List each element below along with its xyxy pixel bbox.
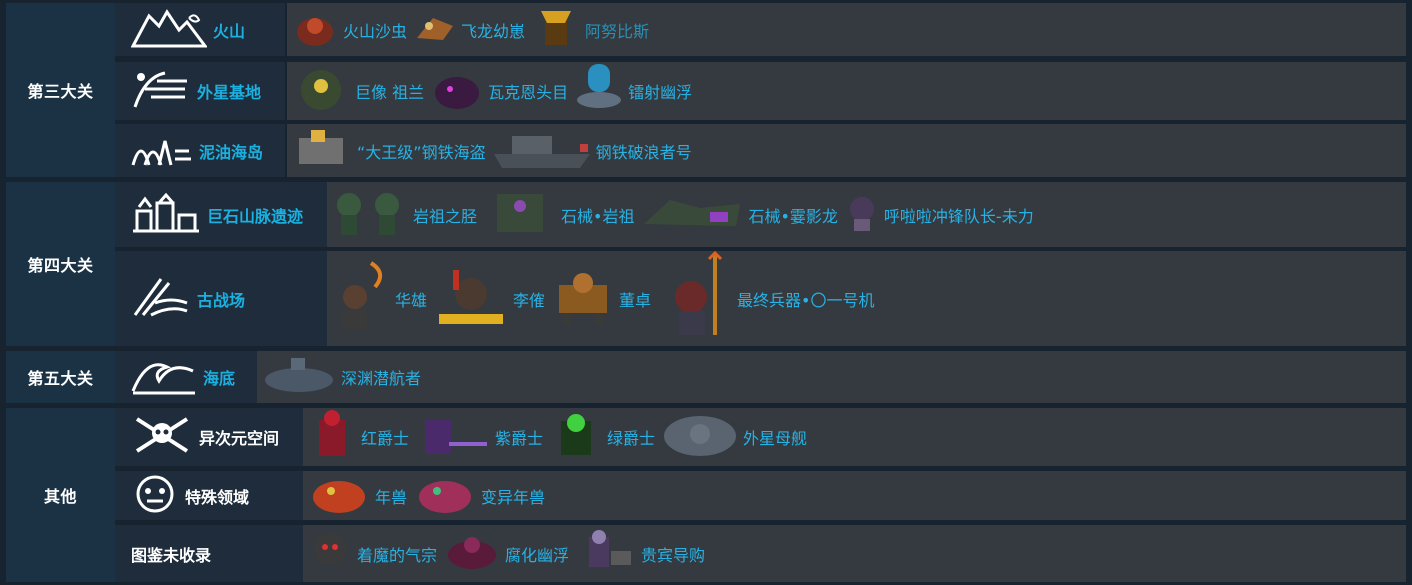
boss-entry[interactable]: 阿努比斯 (531, 3, 649, 57)
stone-ancestor-sprite-icon (483, 184, 557, 246)
sandworm-sprite-icon (291, 6, 339, 54)
boss-entry[interactable]: 火山沙虫 (291, 6, 407, 54)
chapter-section-4: 第四大关 巨石山脉遗迹 岩祖之胫 石械•岩祖 石械•霎影龙 呼啦啦冲锋队长-未力… (0, 182, 1412, 346)
stage-name: 外星基地 (197, 83, 262, 102)
chapter-label: 其他 (6, 408, 115, 582)
boss-list: 巨像 祖兰 瓦克恩头目 镭射幽浮 (287, 62, 1406, 120)
boss-list: 火山沙虫 飞龙幼崽 阿努比斯 (287, 3, 1406, 56)
boss-entry[interactable]: 年兽 (307, 471, 407, 521)
dong-zhuo-sprite-icon (551, 265, 615, 333)
stage-other-dimension[interactable]: 异次元空间 (115, 408, 303, 466)
boss-entry[interactable]: 最终兵器•〇一号机 (657, 250, 875, 347)
iron-pirate-sprite-icon (291, 124, 353, 178)
colossus-zulan-sprite-icon (291, 62, 351, 120)
ultimate-weapon-01-sprite-icon (657, 250, 733, 347)
boss-list: 华雄 李傕 董卓 最终兵器•〇一号机 (327, 250, 1406, 347)
boss-entry[interactable]: 着魔的气宗 (307, 527, 437, 581)
boss-entry[interactable]: 外星母舰 (661, 410, 807, 464)
boss-list: “大王级”钢铁海盗 钢铁破浪者号 (287, 124, 1406, 177)
stage-name: 古战场 (197, 290, 246, 310)
li-jue-sprite-icon (433, 264, 509, 334)
vip-shopping-guide-sprite-icon (575, 527, 637, 581)
alien-mothership-sprite-icon (661, 410, 739, 464)
red-knight-sprite-icon (307, 406, 357, 468)
ruins-icon (131, 192, 201, 237)
boss-list: 红爵士 紫爵士 绿爵士 外星母舰 (303, 408, 1406, 466)
circuit-icon (131, 67, 191, 115)
hua-xiong-sprite-icon (331, 259, 391, 339)
stage-alien-base[interactable]: 外星基地 (115, 62, 285, 120)
young-dragon-sprite-icon (413, 8, 457, 52)
crossed-swords-skull-icon (131, 413, 193, 461)
stage-seabed[interactable]: 海底 (115, 351, 257, 403)
nian-beast-sprite-icon (307, 471, 371, 521)
charge-captain-sprite-icon (844, 191, 880, 239)
boss-entry[interactable]: 紫爵士 (415, 410, 543, 464)
boss-list: 深渊潜航者 (257, 351, 1406, 403)
chapter-label: 第五大关 (6, 351, 115, 403)
boss-entry[interactable]: 镭射幽浮 (574, 60, 692, 122)
chapter-label: 第四大关 (6, 182, 115, 346)
wave-icon (131, 355, 197, 399)
stage-uncataloged[interactable]: 图鉴未收录 (115, 525, 303, 582)
chapter-section-3: 第三大关 火山 火山沙虫 飞龙幼崽 阿努比斯 外星基地 巨像 祖兰 瓦克恩头目 … (0, 3, 1412, 177)
mutant-nian-beast-sprite-icon (413, 471, 477, 521)
boss-entry[interactable]: 腐化幽浮 (443, 527, 569, 581)
stage-name: 泥油海岛 (199, 142, 264, 162)
boss-entry[interactable]: 呼啦啦冲锋队长-未力 (844, 191, 1034, 239)
boss-entry[interactable]: 瓦克恩头目 (430, 65, 568, 117)
lion-mask-icon (131, 474, 179, 518)
green-knight-sprite-icon (549, 409, 603, 465)
boss-entry[interactable]: 李傕 (433, 264, 545, 334)
anubis-sprite-icon (531, 3, 581, 57)
boss-list: 着魔的气宗 腐化幽浮 贵宾导购 (303, 525, 1406, 582)
boss-list: 年兽 变异年兽 (303, 471, 1406, 520)
chapter-section-5: 第五大关 海底 深渊潜航者 (0, 351, 1412, 403)
boss-entry[interactable]: 巨像 祖兰 (291, 62, 424, 120)
boss-entry[interactable]: 华雄 (331, 259, 427, 339)
possessed-qi-master-sprite-icon (307, 527, 353, 581)
iron-wavebreaker-ship-sprite-icon (492, 126, 592, 176)
boss-entry[interactable]: 飞龙幼崽 (413, 8, 525, 52)
boss-list: 岩祖之胫 石械•岩祖 石械•霎影龙 呼啦啦冲锋队长-未力 (327, 182, 1406, 247)
volcano-icon (130, 8, 208, 52)
chapter-section-other: 其他 异次元空间 红爵士 紫爵士 绿爵士 外星母舰 特殊领域 年兽 变异年兽 图… (0, 408, 1412, 582)
boss-entry[interactable]: 绿爵士 (549, 409, 655, 465)
varkolyn-leader-sprite-icon (430, 65, 484, 117)
stone-dragon-sprite-icon (640, 184, 744, 246)
purple-knight-sprite-icon (415, 410, 491, 464)
battlefield-icon (131, 275, 191, 323)
stage-volcano[interactable]: 火山 (115, 3, 285, 56)
corrupted-ufo-sprite-icon (443, 527, 501, 581)
stage-ancient-battlefield[interactable]: 古战场 (115, 251, 327, 346)
chapter-label: 第三大关 (6, 3, 115, 177)
stage-name: 异次元空间 (199, 429, 280, 448)
boss-entry[interactable]: 贵宾导购 (575, 527, 705, 581)
rock-ancestor-shins-sprite-icon (331, 185, 409, 245)
boss-entry[interactable]: 红爵士 (307, 406, 409, 468)
stage-boulder-ruins[interactable]: 巨石山脉遗迹 (115, 182, 327, 247)
boss-entry[interactable]: 石械•岩祖 (483, 184, 634, 246)
stage-name: 海底 (203, 369, 236, 388)
boss-entry[interactable]: 董卓 (551, 265, 651, 333)
stage-name: 巨石山脉遗迹 (207, 206, 304, 226)
boss-entry[interactable]: 深渊潜航者 (261, 352, 421, 402)
stage-oil-island[interactable]: 泥油海岛 (115, 124, 285, 177)
boss-entry[interactable]: 石械•霎影龙 (640, 184, 838, 246)
stage-name: 特殊领域 (185, 487, 250, 507)
stage-special-domain[interactable]: 特殊领域 (115, 471, 303, 520)
island-icon (131, 129, 193, 173)
stage-name: 火山 (213, 21, 246, 41)
laser-ufo-sprite-icon (574, 60, 624, 122)
boss-catalog-table: 第三大关 火山 火山沙虫 飞龙幼崽 阿努比斯 外星基地 巨像 祖兰 瓦克恩头目 … (0, 0, 1412, 585)
boss-entry[interactable]: 岩祖之胫 (331, 185, 477, 245)
stage-name: 图鉴未收录 (131, 545, 212, 565)
boss-entry[interactable]: “大王级”钢铁海盗 (291, 124, 486, 178)
boss-entry[interactable]: 钢铁破浪者号 (492, 126, 692, 176)
boss-entry[interactable]: 变异年兽 (413, 471, 545, 521)
abyss-submarine-sprite-icon (261, 352, 337, 402)
